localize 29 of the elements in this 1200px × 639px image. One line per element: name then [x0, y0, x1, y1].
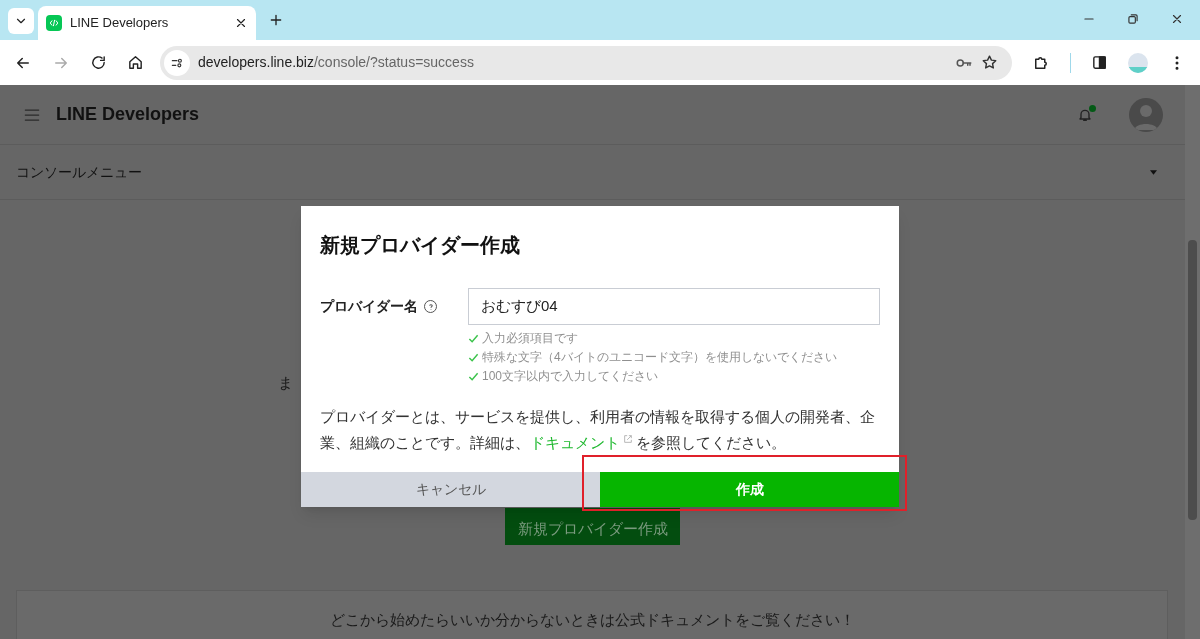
field-label: プロバイダー名 — [320, 297, 418, 316]
caret-icon — [1150, 169, 1157, 175]
validation-text: 100文字以内で入力してください — [482, 369, 659, 384]
body-text: ま — [278, 373, 293, 393]
favicon-icon — [46, 15, 62, 31]
create-provider-button[interactable]: 新規プロバイダー作成 — [505, 508, 680, 545]
dialog-title: 新規プロバイダー作成 — [320, 233, 521, 258]
restore-icon[interactable] — [1126, 12, 1140, 26]
close-icon[interactable] — [1170, 12, 1184, 26]
side-panel-icon[interactable] — [1091, 54, 1108, 71]
provider-name-input[interactable]: おむすび04 — [468, 288, 880, 325]
tab-title: LINE Developers — [70, 14, 170, 33]
cancel-button[interactable]: キャンセル — [301, 472, 600, 507]
reload-icon[interactable] — [90, 54, 107, 71]
browser-tab[interactable]: LINE Developers — [38, 6, 256, 40]
new-tab-icon[interactable] — [268, 12, 284, 28]
address-bar[interactable]: developers.line.biz/console/?status=success — [160, 45, 1012, 80]
external-link-icon — [623, 434, 633, 444]
notice-text: どこから始めたらいいか分からないときは公式ドキュメントをご覧ください！ — [329, 610, 855, 630]
validation-text: 特殊な文字（4バイトのユニコード文字）を使用しないでください — [482, 350, 837, 365]
star-icon[interactable] — [981, 54, 998, 71]
site-title: LINE Developers — [56, 103, 200, 126]
console-menu[interactable]: コンソールメニュー — [0, 145, 1185, 200]
close-icon[interactable] — [234, 16, 248, 30]
validation-text: 入力必須項目です — [482, 331, 578, 346]
site-info-icon[interactable] — [164, 49, 190, 76]
home-icon[interactable] — [127, 54, 144, 71]
url-text: developers.line.biz/console/?status=success — [198, 53, 474, 72]
description-text: プロバイダーとは、サービスを提供し、利用者の情報を取得する個人の開発者、企業、組織のことです。詳細は、ドキュメント を参照してください。 — [320, 408, 876, 453]
